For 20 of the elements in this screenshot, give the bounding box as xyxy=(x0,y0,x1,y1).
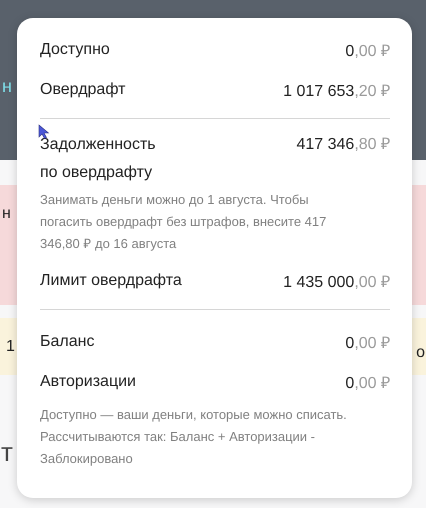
row-label: Задолженность по овердрафту xyxy=(40,135,157,183)
cut-text: т xyxy=(1,437,13,468)
row-label: Доступно xyxy=(40,41,110,59)
row-label: Лимит овердрафта xyxy=(40,272,182,290)
cut-text: о xyxy=(416,344,425,362)
note-text: Доступно — ваши деньги, которые можно списать. Рассчитываются так: Баланс + Авторизации - Заблокировано xyxy=(40,406,348,468)
amount-value: 0,00 ₽ xyxy=(345,42,390,61)
amount-value: 417 346,80 ₽ xyxy=(296,135,390,155)
note-text: Занимать деньги можно до 1 августа. Чтобы погасить овердрафт без штрафов, внесите 417 346,80 ₽ до 16 августа xyxy=(40,191,328,253)
amount-value: 1 435 000,00 ₽ xyxy=(283,273,390,292)
cut-text: 1 xyxy=(6,338,15,356)
amount-value: 0,00 ₽ xyxy=(345,334,390,353)
cursor-icon xyxy=(38,124,50,139)
row-label: Овердрафт xyxy=(40,81,126,99)
amount-value: 0,00 ₽ xyxy=(345,374,390,393)
row-label: Баланс xyxy=(40,333,94,351)
cut-text: н xyxy=(2,205,11,223)
row-label: Авторизации xyxy=(40,373,136,391)
amount-value: 1 017 653,20 ₽ xyxy=(283,82,390,101)
cut-text: н xyxy=(2,76,12,97)
